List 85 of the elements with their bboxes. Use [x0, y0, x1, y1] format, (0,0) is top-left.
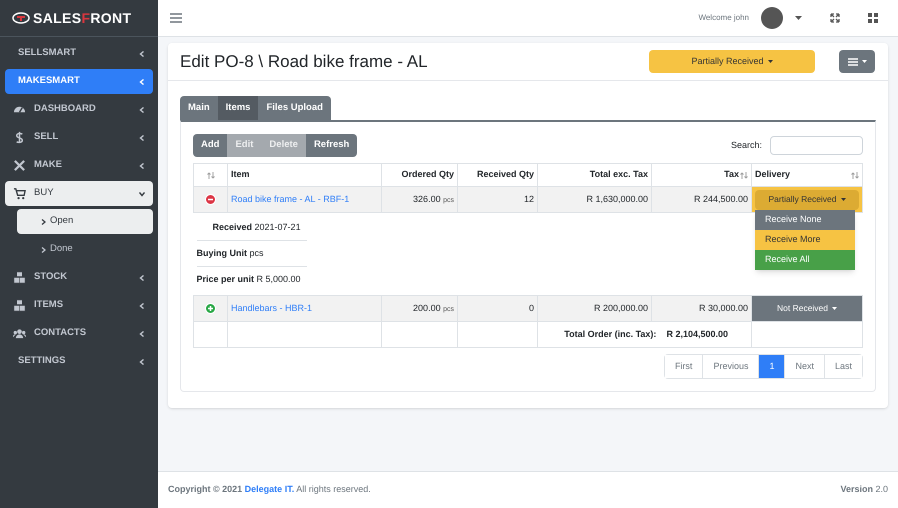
- detail-text: Received 2021-07-21: [212, 220, 301, 234]
- sidebar-subitem[interactable]: Open: [17, 209, 153, 234]
- menu-item[interactable]: Receive More: [755, 230, 855, 250]
- column-header: Total exc. Tax: [590, 168, 648, 182]
- column-header: Tax: [724, 168, 739, 182]
- chevron-left-icon: [139, 78, 145, 84]
- sidebar-item[interactable]: STOCK: [5, 265, 153, 290]
- table-cell: R 30,000.00: [698, 302, 748, 313]
- chevron-left-icon: [139, 162, 145, 168]
- fullscreen-icon[interactable]: [830, 13, 840, 23]
- caret-icon: [768, 60, 773, 63]
- search-label: Search:: [730, 138, 762, 152]
- menu-item[interactable]: Receive All: [755, 250, 855, 270]
- version-text: Version 2.0: [840, 483, 888, 496]
- detail-text: Buying Unit pcs: [196, 246, 264, 260]
- caret-icon[interactable]: [795, 16, 802, 20]
- delivery-dropdown[interactable]: Partially Received: [755, 190, 859, 210]
- company-link[interactable]: Delegate IT.: [244, 484, 294, 494]
- detail-text: Price per unit R 5,000.00: [196, 273, 301, 286]
- sidebar-item[interactable]: DASHBOARD: [5, 97, 153, 122]
- copyright-text: Copyright © 2021 Delegate IT. All rights reserved.: [168, 483, 371, 496]
- sidebar-item[interactable]: SELLSMART: [5, 41, 153, 66]
- sidebar-item[interactable]: MAKE: [5, 153, 153, 178]
- total-label: Total Order (inc. Tax):: [564, 328, 656, 341]
- sidebar-item[interactable]: SELL: [5, 125, 153, 150]
- sort-icon[interactable]: [851, 172, 859, 178]
- chevron-left-icon: [139, 274, 145, 280]
- chevron-left-icon: [139, 106, 145, 112]
- sidebar-item[interactable]: SETTINGS: [5, 349, 153, 374]
- chevron-left-icon: [139, 358, 145, 364]
- tools-icon: [13, 159, 26, 172]
- toolbar-button[interactable]: Add: [193, 134, 228, 157]
- table-cell: 326.00: [413, 194, 441, 204]
- table-cell: R 1,630,000.00: [586, 194, 648, 204]
- sidebar-item[interactable]: ITEMS: [5, 293, 153, 318]
- sidebar-item[interactable]: CONTACTS: [5, 321, 153, 346]
- menu-icon: [848, 58, 858, 66]
- caret-icon: [862, 60, 866, 63]
- total-value: R 2,104,500.00: [666, 328, 728, 341]
- users-icon: [13, 327, 26, 340]
- welcome-text: Welcome john: [698, 12, 749, 24]
- caret-icon: [832, 307, 838, 310]
- menu-icon[interactable]: [170, 13, 182, 23]
- page-button[interactable]: Last: [824, 355, 862, 378]
- chevron-right-icon: [41, 218, 46, 224]
- dollar-icon: [13, 131, 26, 144]
- table-cell: R 244,500.00: [694, 194, 748, 204]
- column-header: Ordered Qty: [401, 168, 454, 182]
- tab[interactable]: Files Upload: [258, 96, 331, 120]
- page-title: Edit PO-8 \ Road bike frame - AL: [180, 50, 429, 73]
- chevron-right-icon: [41, 246, 46, 252]
- tab[interactable]: Main: [180, 96, 218, 120]
- table-cell: R 200,000.00: [594, 302, 648, 313]
- avatar[interactable]: [761, 7, 783, 29]
- boxes-icon: [13, 271, 26, 284]
- search-field[interactable]: [770, 136, 863, 155]
- sort-icon[interactable]: [206, 172, 214, 178]
- caret-icon: [840, 198, 846, 201]
- page-button[interactable]: 1: [758, 355, 784, 378]
- expand-icon[interactable]: [205, 302, 216, 314]
- table-cell: 0: [528, 302, 534, 313]
- column-header: Delivery: [755, 168, 792, 182]
- logo-icon: [12, 12, 30, 24]
- column-header: Item: [231, 168, 250, 182]
- chevron-down-icon: [139, 190, 145, 196]
- table-cell: 12: [524, 194, 534, 204]
- collapse-icon[interactable]: [205, 194, 216, 205]
- chevron-left-icon: [139, 134, 145, 140]
- sidebar-subitem[interactable]: Done: [17, 237, 153, 262]
- chevron-left-icon: [139, 50, 145, 56]
- sidebar-item[interactable]: BUY: [5, 181, 153, 206]
- chevron-left-icon: [139, 330, 145, 336]
- boxes-icon: [13, 299, 26, 312]
- chevron-left-icon: [139, 302, 145, 308]
- status-dropdown[interactable]: Partially Received: [649, 50, 815, 73]
- cart-icon: [13, 187, 26, 200]
- tab[interactable]: Items: [218, 96, 258, 120]
- sidebar-item[interactable]: MAKESMART: [5, 69, 153, 94]
- menu-item[interactable]: Receive None: [755, 210, 855, 230]
- menu-dropdown[interactable]: [839, 50, 875, 73]
- table-cell: 200.00: [413, 302, 441, 313]
- toolbar-button[interactable]: Refresh: [306, 134, 358, 157]
- grid-icon[interactable]: [868, 13, 878, 23]
- sort-icon[interactable]: [740, 172, 748, 178]
- column-header: Received Qty: [476, 168, 534, 182]
